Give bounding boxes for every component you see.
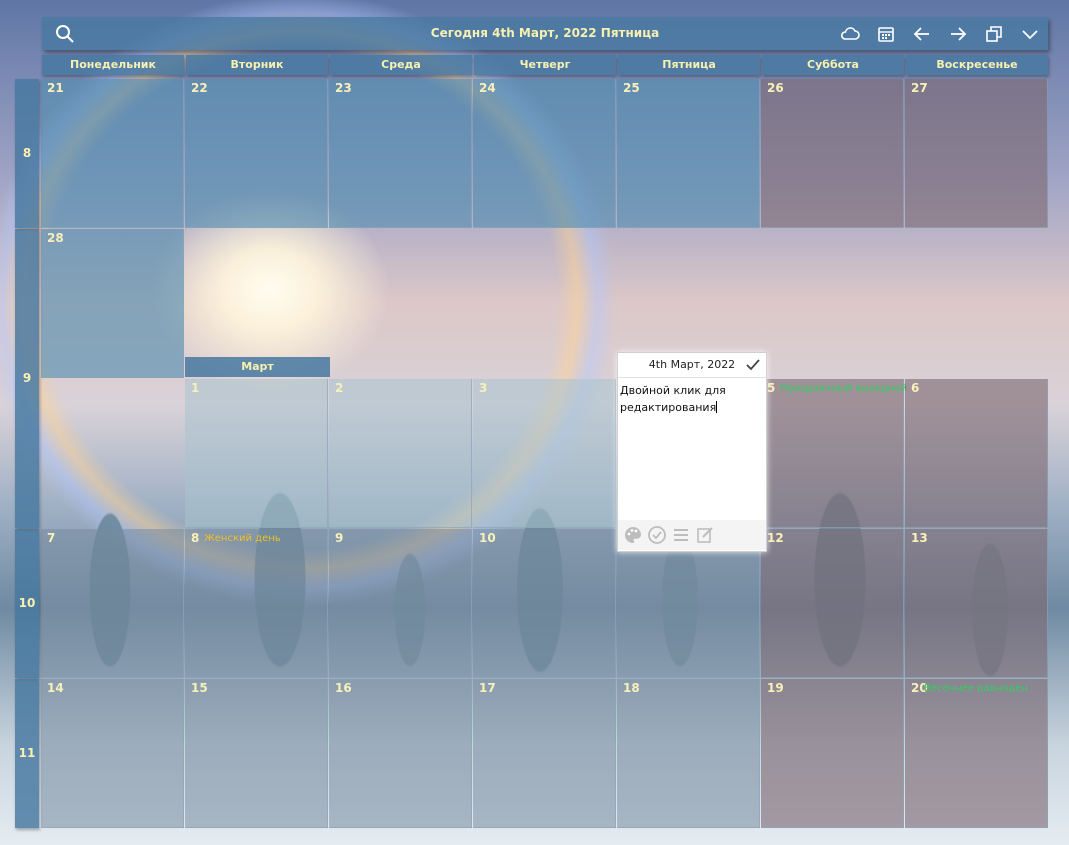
holiday-label: Женский день bbox=[204, 533, 281, 544]
month-label: Март bbox=[185, 357, 330, 377]
day-number: 9 bbox=[335, 531, 344, 545]
check-circle-icon[interactable] bbox=[647, 525, 667, 545]
day-cell[interactable]: 20 Весеннее равноден bbox=[905, 679, 1048, 828]
day-cell[interactable]: 8 Женский день bbox=[185, 529, 328, 678]
day-cell[interactable]: 5 Праздничный выходной bbox=[761, 379, 908, 528]
day-number: 2 bbox=[335, 381, 344, 395]
day-number: 25 bbox=[623, 81, 640, 95]
day-cell[interactable]: 21 bbox=[41, 79, 184, 228]
day-cell[interactable]: 25 bbox=[617, 79, 760, 228]
search-icon[interactable] bbox=[54, 23, 76, 45]
day-cell[interactable]: 6 bbox=[905, 379, 1048, 528]
dayhead-friday: Пятница bbox=[618, 55, 760, 75]
day-cell[interactable]: 15 bbox=[185, 679, 328, 828]
dayhead-monday: Понедельник bbox=[42, 55, 184, 75]
palette-icon[interactable] bbox=[623, 525, 643, 545]
dayhead-wednesday: Среда bbox=[330, 55, 472, 75]
day-number: 15 bbox=[191, 681, 208, 695]
day-number: 1 bbox=[191, 381, 200, 395]
cloud-icon[interactable] bbox=[839, 23, 861, 45]
note-popup: 4th Март, 2022 Двойной клик для редактир… bbox=[617, 352, 767, 552]
day-cell[interactable]: 27 bbox=[905, 79, 1048, 228]
day-number: 26 bbox=[767, 81, 784, 95]
day-cell[interactable]: 10 bbox=[473, 529, 616, 678]
dayhead-tuesday: Вторник bbox=[186, 55, 328, 75]
note-toolbar bbox=[618, 520, 766, 550]
restore-window-icon[interactable] bbox=[983, 23, 1005, 45]
today-title: Сегодня 4th Март, 2022 Пятница bbox=[430, 26, 660, 40]
holiday-label: Весеннее равноден bbox=[924, 683, 1028, 694]
arrow-left-icon[interactable] bbox=[911, 23, 933, 45]
day-cell[interactable]: 2 bbox=[329, 379, 472, 528]
day-cell[interactable]: 1 bbox=[185, 379, 328, 528]
day-number: 13 bbox=[911, 531, 928, 545]
day-cell[interactable]: 24 bbox=[473, 79, 616, 228]
dayhead-sunday: Воскресенье bbox=[906, 55, 1048, 75]
day-cell[interactable]: 7 bbox=[41, 529, 184, 678]
holiday-label: Праздничный выходной bbox=[780, 383, 908, 394]
day-number: 5 bbox=[767, 381, 776, 395]
toolbar: Сегодня 4th Март, 2022 Пятница bbox=[42, 17, 1048, 50]
day-cell[interactable]: 18 bbox=[617, 679, 760, 828]
day-number: 16 bbox=[335, 681, 352, 695]
day-number: 23 bbox=[335, 81, 352, 95]
day-cell[interactable]: 19 bbox=[761, 679, 904, 828]
dayhead-thursday: Четверг bbox=[474, 55, 616, 75]
week-number: 11 bbox=[15, 679, 39, 828]
day-number: 17 bbox=[479, 681, 496, 695]
chevron-down-icon[interactable] bbox=[1019, 23, 1041, 45]
day-cell[interactable]: 23 bbox=[329, 79, 472, 228]
day-number: 12 bbox=[767, 531, 784, 545]
week-number: 9 bbox=[15, 229, 39, 528]
day-number: 14 bbox=[47, 681, 64, 695]
day-cell[interactable]: 12 bbox=[761, 529, 904, 678]
day-number: 6 bbox=[911, 381, 920, 395]
week-number: 8 bbox=[15, 79, 39, 228]
note-text-line: Двойной клик для bbox=[620, 384, 726, 397]
day-cell[interactable]: 16 bbox=[329, 679, 472, 828]
week-number: 10 bbox=[15, 529, 39, 678]
day-number: 28 bbox=[47, 231, 64, 245]
day-cell[interactable]: 13 bbox=[905, 529, 1048, 678]
note-text-line: редактирования bbox=[620, 401, 717, 414]
day-number: 27 bbox=[911, 81, 928, 95]
day-number: 24 bbox=[479, 81, 496, 95]
day-cell[interactable]: 3 bbox=[473, 379, 616, 528]
day-number: 7 bbox=[47, 531, 56, 545]
calendar-icon[interactable] bbox=[875, 23, 897, 45]
day-cell[interactable]: 9 bbox=[329, 529, 472, 678]
day-cell[interactable]: 28 bbox=[41, 229, 184, 378]
day-cell[interactable]: 26 bbox=[761, 79, 904, 228]
day-number: 3 bbox=[479, 381, 488, 395]
text-cursor bbox=[716, 401, 718, 413]
day-cell[interactable]: 17 bbox=[473, 679, 616, 828]
day-number: 22 bbox=[191, 81, 208, 95]
note-date: 4th Март, 2022 bbox=[648, 358, 736, 371]
day-number: 21 bbox=[47, 81, 64, 95]
note-text-area[interactable]: Двойной клик для редактирования bbox=[618, 378, 766, 520]
list-icon[interactable] bbox=[671, 525, 691, 545]
day-number: 10 bbox=[479, 531, 496, 545]
day-number: 18 bbox=[623, 681, 640, 695]
edit-icon[interactable] bbox=[695, 525, 715, 545]
day-number: 19 bbox=[767, 681, 784, 695]
day-cell[interactable]: 14 bbox=[41, 679, 184, 828]
day-number: 8 bbox=[191, 531, 200, 545]
arrow-right-icon[interactable] bbox=[947, 23, 969, 45]
checkmark-icon[interactable] bbox=[744, 356, 762, 374]
note-header: 4th Март, 2022 bbox=[618, 353, 766, 378]
dayhead-saturday: Суббота bbox=[762, 55, 904, 75]
day-cell[interactable]: 22 bbox=[185, 79, 328, 228]
